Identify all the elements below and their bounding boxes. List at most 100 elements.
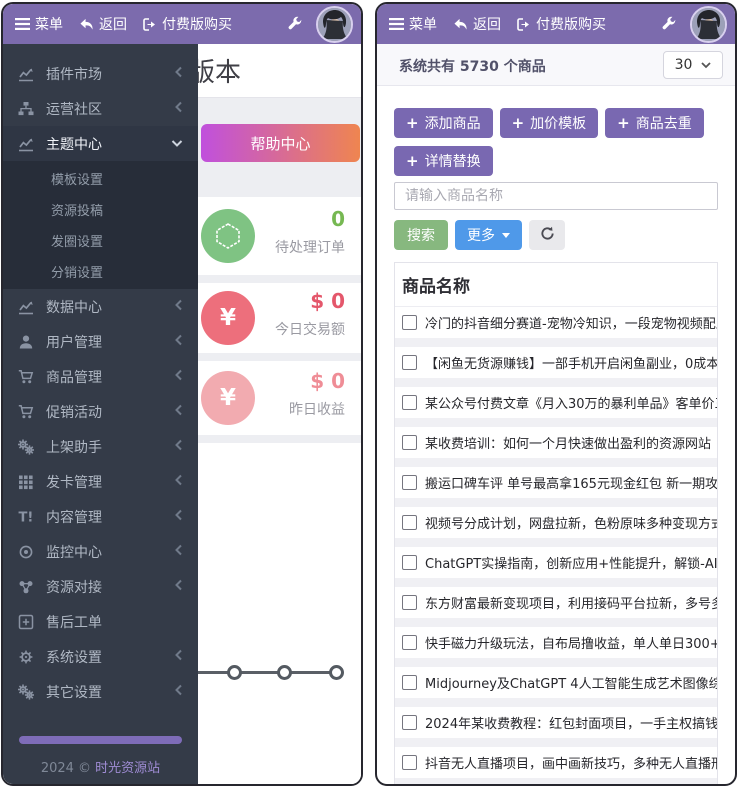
chevron-left-icon <box>174 299 183 315</box>
sidebar-item-10[interactable]: 监控中心 <box>3 534 198 569</box>
row-checkbox[interactable] <box>402 755 417 770</box>
sidebar-item-9[interactable]: T!内容管理 <box>3 499 198 534</box>
grid-icon <box>18 474 43 490</box>
menu-button[interactable]: 菜单 <box>389 14 437 34</box>
back-button[interactable]: 返回 <box>453 14 501 34</box>
product-row[interactable]: 某收费培训：如何一个月快速做出盈利的资源网站（实打 <box>395 427 717 458</box>
row-separator <box>395 578 717 587</box>
sidebar-item-8[interactable]: 发卡管理 <box>3 464 198 499</box>
sidebar-item-0[interactable]: 插件市场 <box>3 56 198 91</box>
action-button-1[interactable]: +加价模板 <box>500 108 599 138</box>
chevron-left-icon <box>174 509 183 525</box>
sidebar-item-6[interactable]: 促销活动 <box>3 394 198 429</box>
action-button-3[interactable]: +详情替换 <box>394 146 493 176</box>
summary-bar: 系统共有 5730 个商品 30 <box>377 44 735 86</box>
cart-icon <box>18 369 43 385</box>
sidebar-item-5[interactable]: 商品管理 <box>3 359 198 394</box>
action-button-0[interactable]: +添加商品 <box>394 108 493 138</box>
chevron-left-icon <box>174 101 183 117</box>
caret-down-icon <box>502 233 510 238</box>
sidebar: 插件市场运营社区主题中心模板设置资源投稿发圈设置分销设置数据中心用户管理商品管理… <box>3 44 198 784</box>
sidebar-item-4[interactable]: 用户管理 <box>3 324 198 359</box>
row-checkbox[interactable] <box>402 315 417 330</box>
page-size-select[interactable]: 30 <box>663 51 723 79</box>
sidebar-item-13[interactable]: 系统设置 <box>3 639 198 674</box>
product-row[interactable]: 搬运口碑车评 单号最高拿165元现金红包 新一期攻略多号 <box>395 467 717 498</box>
product-row[interactable]: 东方财富最新变现项目，利用接码平台拉新，多号多撸， <box>395 587 717 618</box>
product-row[interactable]: 冷门的抖音细分赛道-宠物冷知识，一段宠物视频配上文案 <box>395 307 717 338</box>
sidebar-item-12[interactable]: 售后工单 <box>3 604 198 639</box>
search-button[interactable]: 搜索 <box>394 220 448 250</box>
paid-version-button[interactable]: 付费版购买 <box>517 14 606 34</box>
back-button[interactable]: 返回 <box>79 14 127 34</box>
sidebar-submenu: 模板设置资源投稿发圈设置分销设置 <box>3 161 198 289</box>
sidebar-item-label: 商品管理 <box>43 367 174 387</box>
logout-icon <box>143 18 157 31</box>
product-row[interactable]: ChatGPT实操指南，创新应用+性能提升，解锁-AI魔力， <box>395 547 717 578</box>
row-checkbox[interactable] <box>402 395 417 410</box>
site-link[interactable]: 时光资源站 <box>95 761 160 776</box>
product-row[interactable]: 视频号分成计划，网盘拉新，色粉原味多种变现方式，两 <box>395 507 717 538</box>
row-checkbox[interactable] <box>402 715 417 730</box>
row-checkbox[interactable] <box>402 515 417 530</box>
copyright-text: 2024 © <box>41 761 91 776</box>
svg-text:T!: T! <box>19 510 34 525</box>
row-separator <box>395 418 717 427</box>
hexagon-icon <box>201 209 255 263</box>
product-row[interactable]: 某公众号付费文章《月入30万的暴利单品》客单价三四千 <box>395 387 717 418</box>
sidebar-item-3[interactable]: 数据中心 <box>3 289 198 324</box>
chevron-left-icon <box>174 66 183 82</box>
data-point-marker[interactable] <box>329 665 344 680</box>
user-avatar[interactable] <box>316 6 353 43</box>
hamburger-icon <box>389 18 404 30</box>
sidebar-item-7[interactable]: 上架助手 <box>3 429 198 464</box>
sidebar-item-label: 资源对接 <box>43 577 174 597</box>
product-row[interactable]: 【闲鱼无货源赚钱】一部手机开启闲鱼副业，0成本用信息 <box>395 347 717 378</box>
stat-label: 待处理订单 <box>275 237 345 257</box>
user-avatar[interactable] <box>690 6 727 43</box>
sidebar-item-label: 发卡管理 <box>43 472 174 492</box>
wrench-icon[interactable] <box>287 16 303 32</box>
search-input[interactable] <box>394 182 718 210</box>
row-checkbox[interactable] <box>402 475 417 490</box>
yen-icon: ¥ <box>201 371 255 425</box>
gear-icon <box>18 649 43 665</box>
data-point-marker[interactable] <box>227 665 242 680</box>
action-button-2[interactable]: +商品去重 <box>605 108 704 138</box>
more-dropdown-button[interactable]: 更多 <box>455 220 522 250</box>
row-checkbox[interactable] <box>402 595 417 610</box>
product-row[interactable]: 抖音无人直播项目，画中画新技巧，多种无人直播形式， <box>395 747 717 778</box>
cogs-icon <box>18 439 43 455</box>
wrench-icon[interactable] <box>661 16 677 32</box>
row-checkbox[interactable] <box>402 555 417 570</box>
product-title: 某收费培训：如何一个月快速做出盈利的资源网站（实打 <box>425 433 717 452</box>
row-checkbox[interactable] <box>402 355 417 370</box>
sidebar-item-2[interactable]: 主题中心 <box>3 126 198 161</box>
sidebar-subitem-3[interactable]: 分销设置 <box>3 256 198 287</box>
help-center-button[interactable]: 帮助中心 <box>201 124 360 162</box>
row-separator <box>395 498 717 507</box>
row-checkbox[interactable] <box>402 675 417 690</box>
plus-icon: + <box>406 152 419 170</box>
sidebar-subitem-2[interactable]: 发圈设置 <box>3 225 198 256</box>
hamburger-icon <box>15 18 30 30</box>
sidebar-item-14[interactable]: 其它设置 <box>3 674 198 709</box>
product-title: 【闲鱼无货源赚钱】一部手机开启闲鱼副业，0成本用信息 <box>425 353 717 372</box>
sidebar-item-1[interactable]: 运营社区 <box>3 91 198 126</box>
refresh-button[interactable] <box>529 220 565 250</box>
menu-button[interactable]: 菜单 <box>15 14 63 34</box>
row-checkbox[interactable] <box>402 435 417 450</box>
data-point-marker[interactable] <box>277 665 292 680</box>
product-row[interactable]: 2024年某收费教程：红包封面项目，一手主权搞钱模式！ <box>395 707 717 738</box>
sidebar-item-11[interactable]: 资源对接 <box>3 569 198 604</box>
product-row[interactable]: Midjourney及ChatGPT 4人工智能生成艺术图像综合指南 <box>395 667 717 698</box>
plus-square-icon <box>18 614 43 630</box>
row-checkbox[interactable] <box>402 635 417 650</box>
paid-version-button[interactable]: 付费版购买 <box>143 14 232 34</box>
sidebar-item-label: 数据中心 <box>43 297 174 317</box>
product-title: 冷门的抖音细分赛道-宠物冷知识，一段宠物视频配上文案 <box>425 313 717 332</box>
product-row[interactable]: 快手磁力升级玩法，自布局撸收益，单人单日300+，个人 <box>395 627 717 658</box>
sidebar-item-label: 用户管理 <box>43 332 174 352</box>
sidebar-subitem-0[interactable]: 模板设置 <box>3 163 198 194</box>
sidebar-subitem-1[interactable]: 资源投稿 <box>3 194 198 225</box>
